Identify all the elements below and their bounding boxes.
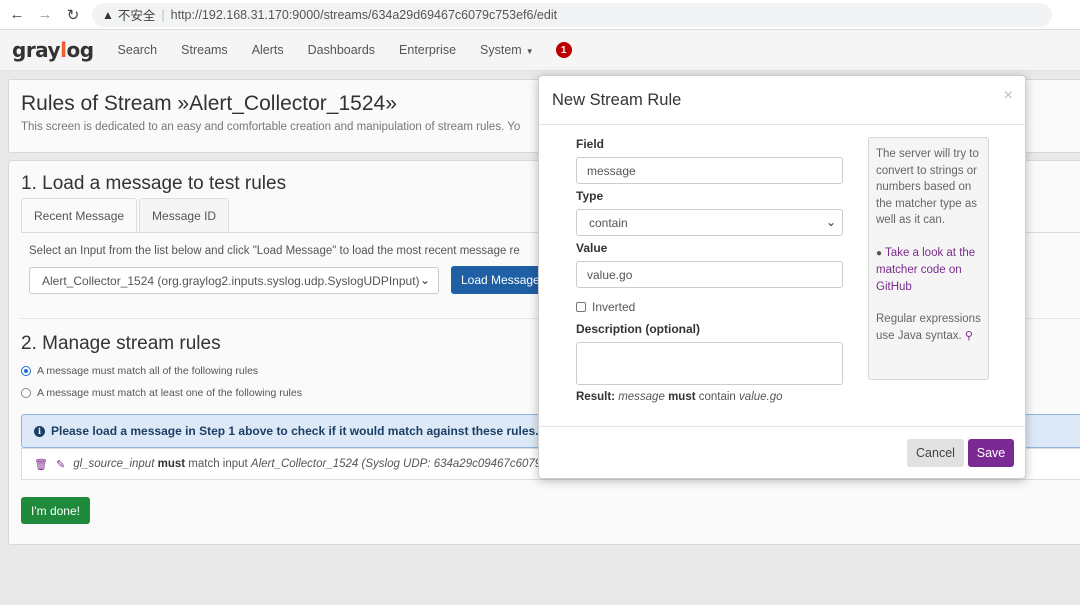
radio-unchecked-icon[interactable] (21, 388, 31, 398)
modal-footer-divider (539, 426, 1025, 427)
help-text-convert: The server will try to convert to string… (876, 148, 979, 226)
address-separator: | (161, 7, 165, 22)
step1-title: 1. Load a message to test rules (21, 173, 287, 194)
radio-match-all-label: A message must match all of the followin… (37, 365, 259, 377)
done-button[interactable]: I'm done! (21, 497, 90, 524)
page-title: Rules of Stream »Alert_Collector_1524» (21, 92, 397, 115)
description-textarea[interactable] (576, 342, 843, 385)
close-icon[interactable]: × (1004, 87, 1013, 105)
rule-description: gl_source_input must match input Alert_C… (73, 458, 554, 470)
url-text[interactable]: http://192.168.31.170:9000/streams/634a2… (171, 8, 557, 22)
type-select-value: contain (589, 215, 628, 230)
nav-streams[interactable]: Streams (181, 43, 228, 57)
info-icon: i (34, 425, 45, 437)
radio-match-any-label: A message must match at least one of the… (37, 387, 302, 399)
forward-arrow-icon[interactable]: → (34, 4, 56, 26)
description-label: Description (optional) (576, 322, 700, 336)
inverted-label: Inverted (592, 300, 636, 314)
input-select[interactable]: Alert_Collector_1524 (org.graylog2.input… (29, 267, 439, 294)
field-input[interactable]: message (576, 157, 843, 184)
back-arrow-icon[interactable]: ← (6, 4, 28, 26)
chevron-down-icon: ⌄ (825, 215, 836, 229)
field-label: Field (576, 137, 605, 151)
chevron-down-icon: ⌄ (419, 273, 430, 287)
radio-match-all[interactable]: A message must match all of the followin… (21, 365, 258, 377)
input-select-value: Alert_Collector_1524 (org.graylog2.input… (42, 273, 420, 288)
page-description: This screen is dedicated to an easy and … (21, 121, 521, 133)
nav-search[interactable]: Search (118, 43, 158, 57)
matcher-help-box: The server will try to convert to string… (868, 137, 989, 380)
modal-header-divider (539, 124, 1025, 125)
input-hint: Select an Input from the list below and … (29, 245, 520, 257)
nav-enterprise[interactable]: Enterprise (399, 43, 456, 57)
new-stream-rule-modal: New Stream Rule × Field message Type con… (538, 75, 1026, 479)
browser-toolbar: ← → ↻ ▲ 不安全 | http://192.168.31.170:9000… (0, 0, 1080, 30)
github-icon: ● (876, 247, 883, 259)
type-label: Type (576, 189, 604, 203)
tab-recent-message[interactable]: Recent Message (21, 198, 138, 233)
save-button[interactable]: Save (968, 439, 1014, 467)
tab-message-id[interactable]: Message ID (139, 198, 230, 233)
modal-title: New Stream Rule (552, 91, 682, 109)
caret-down-icon: ▼ (525, 47, 534, 56)
warning-icon: ▲ (102, 7, 114, 22)
nav-system[interactable]: System ▼ (480, 43, 534, 57)
radio-match-any[interactable]: A message must match at least one of the… (21, 387, 302, 399)
help-text-regex: Regular expressions use Java syntax. ⚲ (876, 313, 981, 342)
type-select[interactable]: contain ⌄ (576, 209, 843, 236)
top-navbar: graylog Search Streams Alerts Dashboards… (0, 30, 1080, 71)
nav-dashboards[interactable]: Dashboards (308, 43, 375, 57)
load-message-button[interactable]: Load Message (451, 266, 550, 294)
security-label: 不安全 (117, 9, 156, 23)
address-bar[interactable]: ▲ 不安全 | http://192.168.31.170:9000/strea… (92, 2, 1052, 27)
trash-icon[interactable]: 🗑 (34, 458, 48, 471)
inverted-checkbox[interactable]: Inverted (576, 300, 635, 314)
cancel-button[interactable]: Cancel (907, 439, 964, 467)
value-input-value: value.go (587, 267, 633, 282)
graylog-logo[interactable]: graylog (12, 38, 94, 62)
info-alert-text: Please load a message in Step 1 above to… (51, 424, 539, 438)
value-input[interactable]: value.go (576, 261, 843, 288)
message-tabs: Recent Message Message ID (21, 198, 231, 233)
reload-icon[interactable]: ↻ (62, 4, 84, 26)
result-preview: Result: message must contain value.go (576, 391, 783, 403)
field-input-value: message (587, 163, 636, 178)
checkbox-icon[interactable] (576, 302, 586, 312)
notification-badge[interactable]: 1 (555, 42, 572, 58)
lightbulb-icon: ⚲ (964, 329, 973, 342)
help-github-link[interactable]: ● Take a look at the matcher code on GitH… (876, 245, 981, 296)
value-label: Value (576, 241, 608, 255)
nav-alerts[interactable]: Alerts (252, 43, 284, 57)
edit-icon[interactable]: ✎ (56, 458, 65, 471)
radio-checked-icon[interactable] (21, 366, 31, 376)
step2-title: 2. Manage stream rules (21, 333, 221, 354)
